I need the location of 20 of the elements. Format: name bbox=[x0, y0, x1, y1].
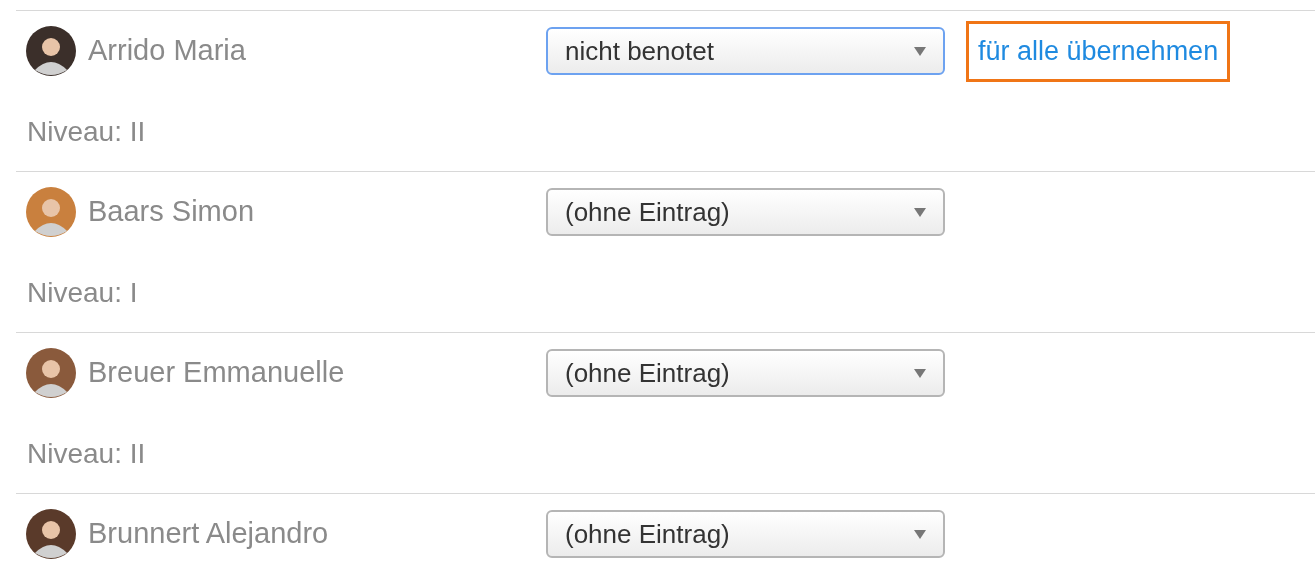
caret-icon bbox=[914, 368, 926, 378]
caret-icon bbox=[914, 207, 926, 217]
student-name: Breuer Emmanuelle bbox=[88, 355, 346, 391]
niveau-label: Niveau: II bbox=[27, 115, 146, 149]
niveau-label: Niveau: I bbox=[27, 276, 138, 310]
grade-select[interactable]: (ohne Eintrag) bbox=[546, 349, 945, 397]
caret-icon bbox=[914, 529, 926, 539]
caret-icon bbox=[914, 46, 926, 56]
apply-all-link[interactable]: für alle übernehmen bbox=[966, 20, 1231, 82]
avatar bbox=[26, 348, 76, 398]
grade-select[interactable]: (ohne Eintrag) bbox=[546, 188, 945, 236]
grade-select[interactable]: nicht benotet bbox=[546, 27, 945, 75]
avatar bbox=[26, 187, 76, 237]
student-name: Arrido Maria bbox=[88, 33, 247, 69]
student-name: Baars Simon bbox=[88, 194, 255, 230]
niveau-label: Niveau: II bbox=[27, 437, 146, 471]
avatar bbox=[26, 509, 76, 559]
avatar bbox=[26, 26, 76, 76]
student-name: Brunnert Alejandro bbox=[88, 516, 330, 552]
grade-select[interactable]: (ohne Eintrag) bbox=[546, 510, 945, 558]
